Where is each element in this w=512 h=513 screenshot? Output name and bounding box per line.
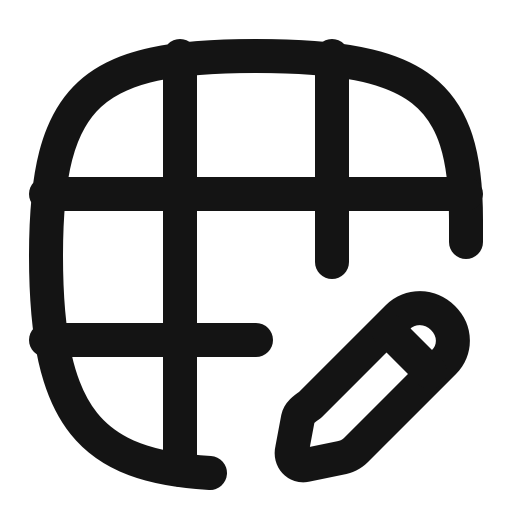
icon-canvas [0, 0, 512, 513]
icon-strokes [29, 39, 483, 490]
table-edit-icon [29, 39, 483, 490]
pencil-tip-divider [371, 313, 447, 389]
